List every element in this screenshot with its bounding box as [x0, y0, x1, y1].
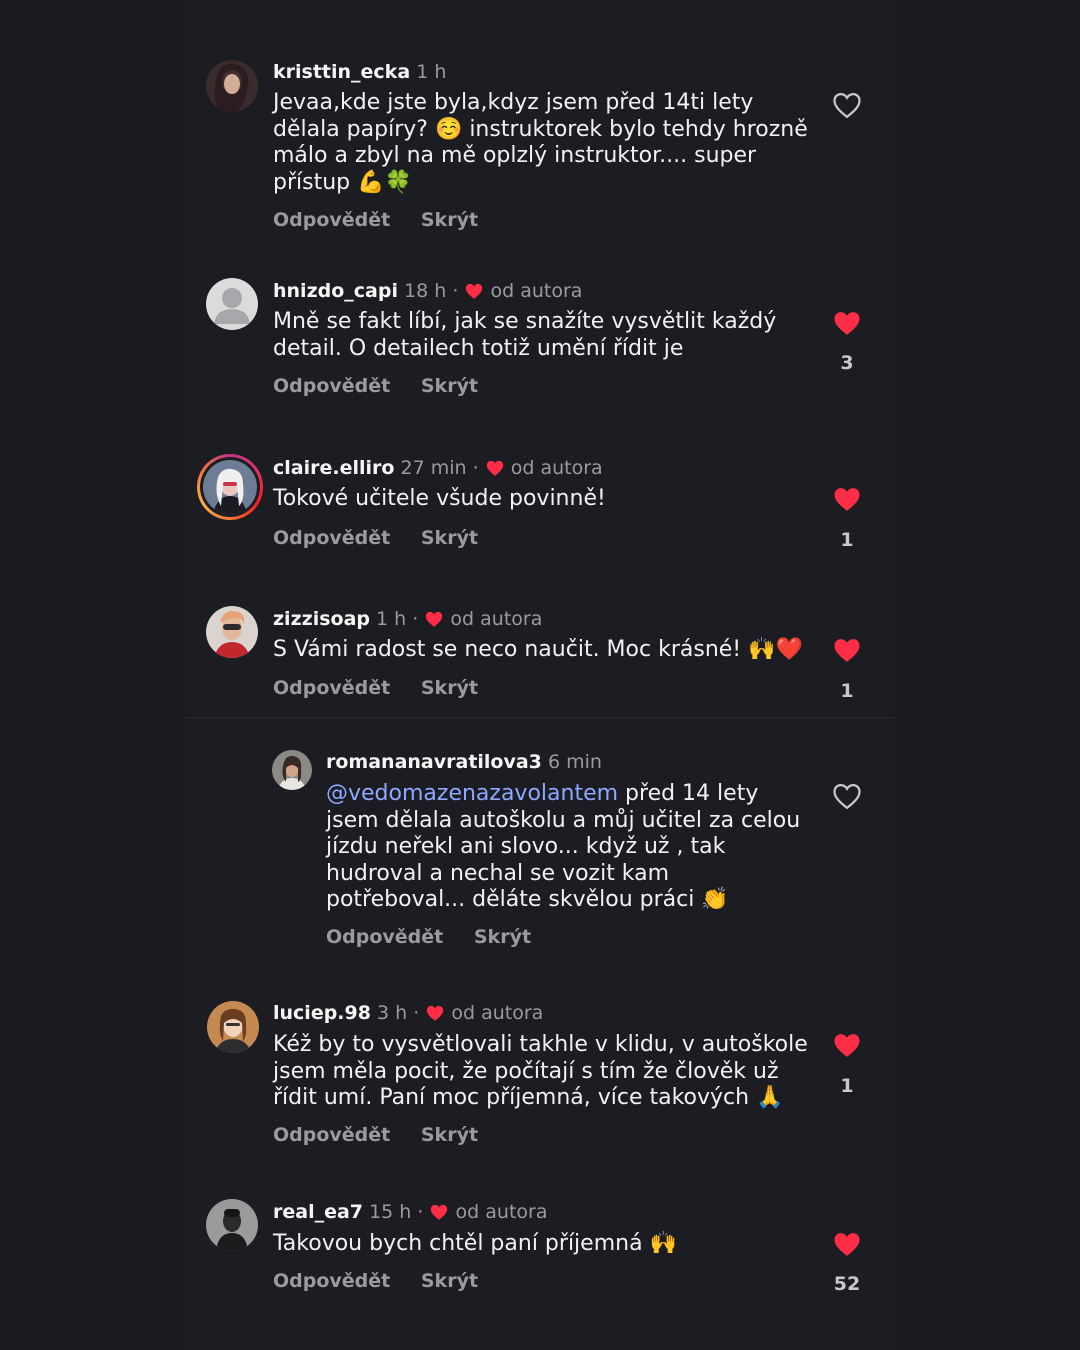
- reply-button[interactable]: Odpovědět: [273, 209, 390, 231]
- timestamp: 15 h: [369, 1201, 412, 1223]
- comment-text: Jevaa,kde jste byla,kdyz jsem před 14ti …: [273, 90, 808, 195]
- comment-text: Kéž by to vysvětlovali takhle v klidu, v…: [273, 1032, 808, 1110]
- avatar[interactable]: [206, 60, 258, 112]
- username[interactable]: real_ea7: [273, 1201, 363, 1223]
- avatar[interactable]: [207, 1001, 259, 1053]
- author-heart-icon: [427, 1005, 444, 1021]
- avatar[interactable]: [206, 278, 258, 330]
- username[interactable]: zizzisoap: [273, 608, 370, 630]
- author-liked-label: od autora: [450, 608, 543, 630]
- username[interactable]: kristtin_ecka: [273, 61, 410, 83]
- timestamp: 3 h: [377, 1002, 408, 1024]
- author-heart-icon: [431, 1204, 448, 1220]
- author-heart-icon: [426, 611, 443, 627]
- heart-filled-icon: [834, 1233, 860, 1256]
- reply-button[interactable]: Odpovědět: [273, 527, 390, 549]
- timestamp: 18 h: [404, 280, 447, 302]
- reply-button[interactable]: Odpovědět: [326, 926, 443, 948]
- hide-button[interactable]: Skrýt: [421, 1270, 478, 1292]
- author-heart-icon: [486, 460, 503, 476]
- comment-text: @vedomazenazavolantem před 14 lety jsem …: [326, 781, 806, 914]
- like-count: 1: [840, 529, 854, 551]
- heart-filled-icon: [834, 488, 860, 511]
- like-button[interactable]: [832, 782, 862, 810]
- hide-button[interactable]: Skrýt: [421, 677, 478, 699]
- heart-outline-icon: [833, 783, 861, 810]
- reply-button[interactable]: Odpovědět: [273, 375, 390, 397]
- avatar[interactable]: [272, 750, 312, 790]
- username[interactable]: hnizdo_capi: [273, 280, 398, 302]
- avatar[interactable]: [206, 606, 258, 658]
- author-liked-label: od autora: [510, 457, 603, 479]
- like-button[interactable]: [832, 309, 862, 337]
- avatar[interactable]: [203, 460, 257, 514]
- timestamp: 1 h: [376, 608, 407, 630]
- username[interactable]: romananavratilova3: [326, 751, 542, 773]
- like-button[interactable]: [832, 1230, 862, 1258]
- divider: [185, 717, 895, 718]
- like-button[interactable]: [832, 91, 862, 119]
- comments-panel: [185, 0, 895, 1350]
- author-heart-icon: [466, 283, 483, 299]
- timestamp: 27 min: [400, 457, 467, 479]
- hide-button[interactable]: Skrýt: [421, 209, 478, 231]
- heart-filled-icon: [834, 312, 860, 335]
- like-button[interactable]: [832, 1031, 862, 1059]
- comment-text: Takovou bych chtěl paní příjemná 🙌: [273, 1231, 677, 1256]
- heart-filled-icon: [834, 639, 860, 662]
- comment-text: S Vámi radost se neco naučit. Moc krásné…: [273, 637, 803, 662]
- username[interactable]: claire.elliro: [273, 457, 394, 479]
- heart-outline-icon: [833, 92, 861, 119]
- author-liked-label: od autora: [490, 280, 583, 302]
- like-count: 3: [840, 352, 854, 374]
- reply-button[interactable]: Odpovědět: [273, 677, 390, 699]
- reply-button[interactable]: Odpovědět: [273, 1124, 390, 1146]
- hide-button[interactable]: Skrýt: [474, 926, 531, 948]
- hide-button[interactable]: Skrýt: [421, 527, 478, 549]
- like-count: 1: [840, 680, 854, 702]
- hide-button[interactable]: Skrýt: [421, 375, 478, 397]
- comment-text: Tokové učitele všude povinně!: [273, 486, 606, 511]
- author-liked-label: od autora: [455, 1201, 548, 1223]
- timestamp: 6 min: [547, 751, 602, 773]
- timestamp: 1 h: [416, 61, 447, 83]
- mention-link[interactable]: @vedomazenazavolantem: [326, 781, 618, 806]
- reply-button[interactable]: Odpovědět: [273, 1270, 390, 1292]
- author-liked-label: od autora: [451, 1002, 544, 1024]
- username[interactable]: luciep.98: [273, 1002, 371, 1024]
- heart-filled-icon: [834, 1034, 860, 1057]
- comment-text: Mně se fakt líbí, jak se snažíte vysvětl…: [273, 309, 777, 361]
- like-count: 1: [840, 1075, 854, 1097]
- story-ring[interactable]: [197, 454, 263, 520]
- like-button[interactable]: [832, 636, 862, 664]
- hide-button[interactable]: Skrýt: [421, 1124, 478, 1146]
- like-count: 52: [833, 1273, 861, 1295]
- like-button[interactable]: [832, 485, 862, 513]
- avatar[interactable]: [206, 1199, 258, 1251]
